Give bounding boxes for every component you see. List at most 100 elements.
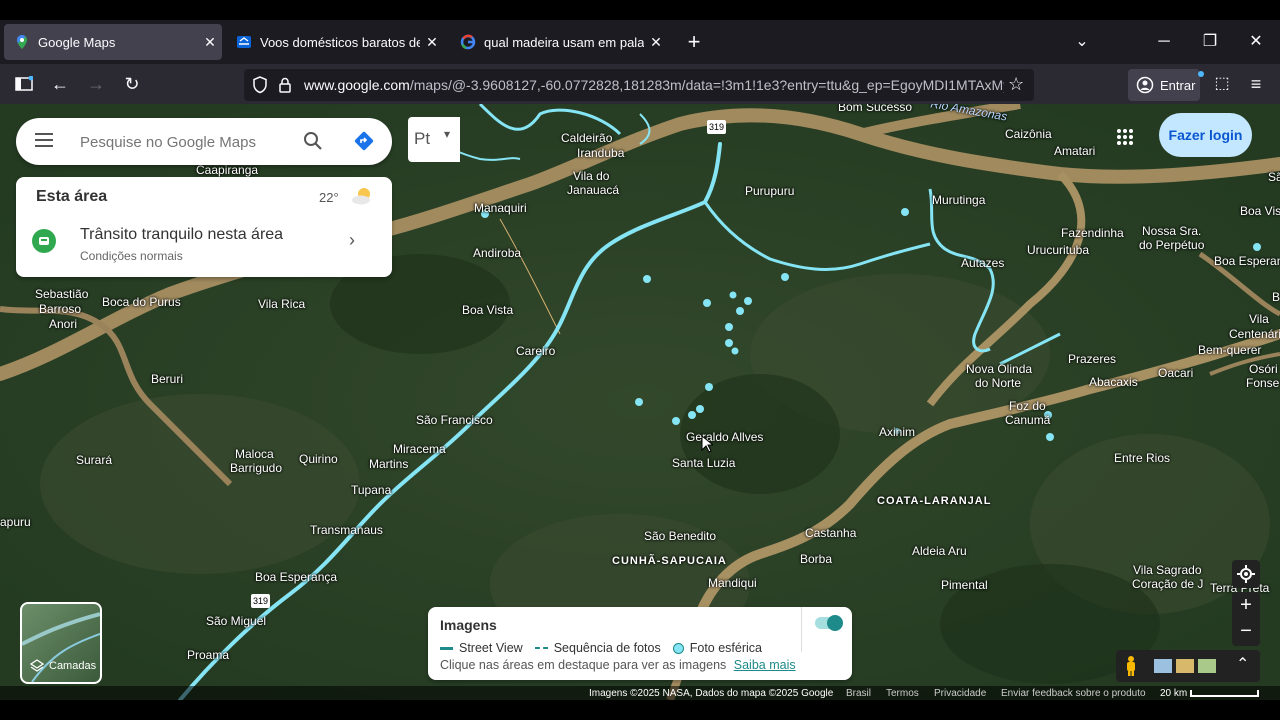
tab-google-search[interactable]: qual madeira usam em palafitas ✕ xyxy=(450,24,668,60)
sidebar-toggle-icon[interactable] xyxy=(8,68,40,100)
spherical-photo-dot-icon xyxy=(672,642,684,654)
imagery-hint-row: Clique nas áreas em destaque para ver as… xyxy=(440,658,796,672)
traffic-row[interactable]: Trânsito tranquilo nesta área Condições … xyxy=(16,213,392,277)
back-arrow-icon[interactable]: ← xyxy=(44,68,76,100)
tab-google-maps[interactable]: Google Maps ✕ xyxy=(4,24,222,60)
close-tab-icon[interactable]: ✕ xyxy=(420,34,444,51)
map-label: Vila xyxy=(1249,312,1269,326)
url-path: /maps/@-3.9608127,-60.0772828,181283m/da… xyxy=(409,77,1004,93)
reload-icon[interactable]: ↻ xyxy=(116,68,148,100)
learn-more-link[interactable]: Saiba mais xyxy=(734,658,796,672)
url-text[interactable]: www.google.com/maps/@-3.9608127,-60.0772… xyxy=(304,77,1004,93)
my-location-button[interactable] xyxy=(1232,560,1260,588)
tab-title: Google Maps xyxy=(38,34,116,50)
flight-site-favicon-icon xyxy=(237,36,251,48)
window-top-strip xyxy=(0,0,1280,20)
photo-sequence-line-icon xyxy=(534,647,548,649)
list-tabs-chevron-icon[interactable]: ⌄ xyxy=(1066,26,1098,58)
login-button[interactable]: Fazer login xyxy=(1159,113,1252,157)
map-label: Centenári xyxy=(1229,327,1280,341)
map-label: Careiro xyxy=(516,344,556,358)
app-menu-icon[interactable]: ≡ xyxy=(1240,68,1272,100)
menu-icon[interactable] xyxy=(34,132,54,153)
google-apps-icon[interactable] xyxy=(1116,128,1134,151)
pegman-icon[interactable] xyxy=(1124,655,1138,682)
close-tab-icon[interactable]: ✕ xyxy=(198,34,222,51)
map-label: Amatari xyxy=(1054,144,1096,158)
privacy-link[interactable]: Privacidade xyxy=(934,688,986,699)
chevron-right-icon[interactable]: › xyxy=(349,230,355,251)
zoom-out-button[interactable]: − xyxy=(1232,619,1260,646)
mouse-cursor-icon xyxy=(701,435,713,453)
directions-icon[interactable] xyxy=(353,130,375,157)
scale-label: 20 km xyxy=(1160,688,1188,699)
notification-dot xyxy=(1198,71,1204,77)
shield-icon[interactable] xyxy=(252,76,268,99)
map-label: Entre Rios xyxy=(1114,451,1171,465)
expand-up-icon[interactable]: ⌃ xyxy=(1236,654,1249,674)
extensions-icon[interactable]: ⬚ xyxy=(1206,68,1238,100)
layers-button[interactable]: Camadas xyxy=(20,602,102,684)
lock-icon[interactable] xyxy=(278,76,292,99)
minimize-window-button[interactable]: ─ xyxy=(1148,26,1180,58)
tab-title: qual madeira usam em palafitas xyxy=(484,34,644,50)
map-label: Manaquiri xyxy=(474,201,527,215)
map-label: Borba xyxy=(800,552,833,566)
legend-street-view: Street View xyxy=(459,641,523,655)
close-window-button[interactable]: ✕ xyxy=(1240,26,1272,58)
map-label: Aldeia Aru xyxy=(912,544,967,558)
travel-mode-selector[interactable]: Pt ▾ xyxy=(408,117,460,162)
map-label: CUNHÃ-SAPUCAIA xyxy=(612,555,727,567)
imagery-toggle[interactable] xyxy=(815,615,843,631)
country-link[interactable]: Brasil xyxy=(846,688,871,699)
account-label: Entrar xyxy=(1160,77,1196,93)
map-label: do Perpétuo xyxy=(1139,238,1205,252)
feedback-link[interactable]: Enviar feedback sobre o produto xyxy=(1001,688,1146,699)
tab-voos[interactable]: Voos domésticos baratos de/pa ✕ xyxy=(226,24,444,60)
toggle-knob xyxy=(827,615,843,631)
map-label: Murutinga xyxy=(932,193,986,207)
partly-cloudy-icon xyxy=(350,185,374,212)
chevron-down-icon[interactable]: ▾ xyxy=(444,127,450,141)
close-tab-icon[interactable]: ✕ xyxy=(644,34,668,51)
map-label: Janauacá xyxy=(567,183,620,197)
tab-title: Voos domésticos baratos de/pa xyxy=(260,34,420,50)
map-label: Martins xyxy=(369,457,409,471)
map-label: Axinim xyxy=(879,425,916,439)
map-label: Sã xyxy=(1268,170,1280,184)
zoom-in-button[interactable]: + xyxy=(1232,592,1260,619)
search-icon[interactable] xyxy=(303,131,323,156)
terms-link[interactable]: Termos xyxy=(886,688,919,699)
map-label: Caldeirão xyxy=(561,131,613,145)
scale-bar xyxy=(1190,690,1259,697)
area-info-card: Esta área 22° Trânsito tranquilo nesta á… xyxy=(16,177,392,277)
map-label: B xyxy=(1272,290,1280,304)
map-label: Boa Esperan xyxy=(1214,254,1280,268)
traffic-title: Trânsito tranquilo nesta área xyxy=(80,226,284,243)
map-label: Caapiranga xyxy=(196,163,259,177)
map-label: apuru xyxy=(0,515,31,529)
map-label: Iranduba xyxy=(577,146,625,160)
map-label: Vila do xyxy=(573,169,610,183)
map-thumb-icon[interactable] xyxy=(1198,659,1216,673)
street-view-line-icon xyxy=(440,646,453,650)
traffic-subtitle: Condições normais xyxy=(80,249,183,263)
terrain-thumb-icon[interactable] xyxy=(1176,659,1194,673)
imagery-panel: Imagens Street View Sequência de fotos F… xyxy=(428,607,852,680)
forward-arrow-icon[interactable]: → xyxy=(80,68,112,100)
search-input[interactable] xyxy=(78,128,292,156)
layers-label: Camadas xyxy=(49,660,97,672)
window-bottom-strip xyxy=(0,700,1280,720)
address-bar[interactable]: www.google.com/maps/@-3.9608127,-60.0772… xyxy=(244,69,1034,101)
public-transport-icon[interactable]: Pt xyxy=(414,129,430,149)
restore-window-button[interactable]: ❐ xyxy=(1194,26,1226,58)
map-label: Prazeres xyxy=(1068,352,1117,366)
bookmark-star-icon[interactable]: ☆ xyxy=(1008,74,1024,95)
map-label: Quirino xyxy=(299,452,338,466)
map-label: Barrigudo xyxy=(230,461,283,475)
new-tab-button[interactable]: + xyxy=(678,26,710,58)
layers-icon xyxy=(29,659,45,678)
imagery-thumb-icon[interactable] xyxy=(1154,659,1172,673)
map-label: Andiroba xyxy=(473,246,522,260)
account-button[interactable]: Entrar xyxy=(1128,69,1204,101)
